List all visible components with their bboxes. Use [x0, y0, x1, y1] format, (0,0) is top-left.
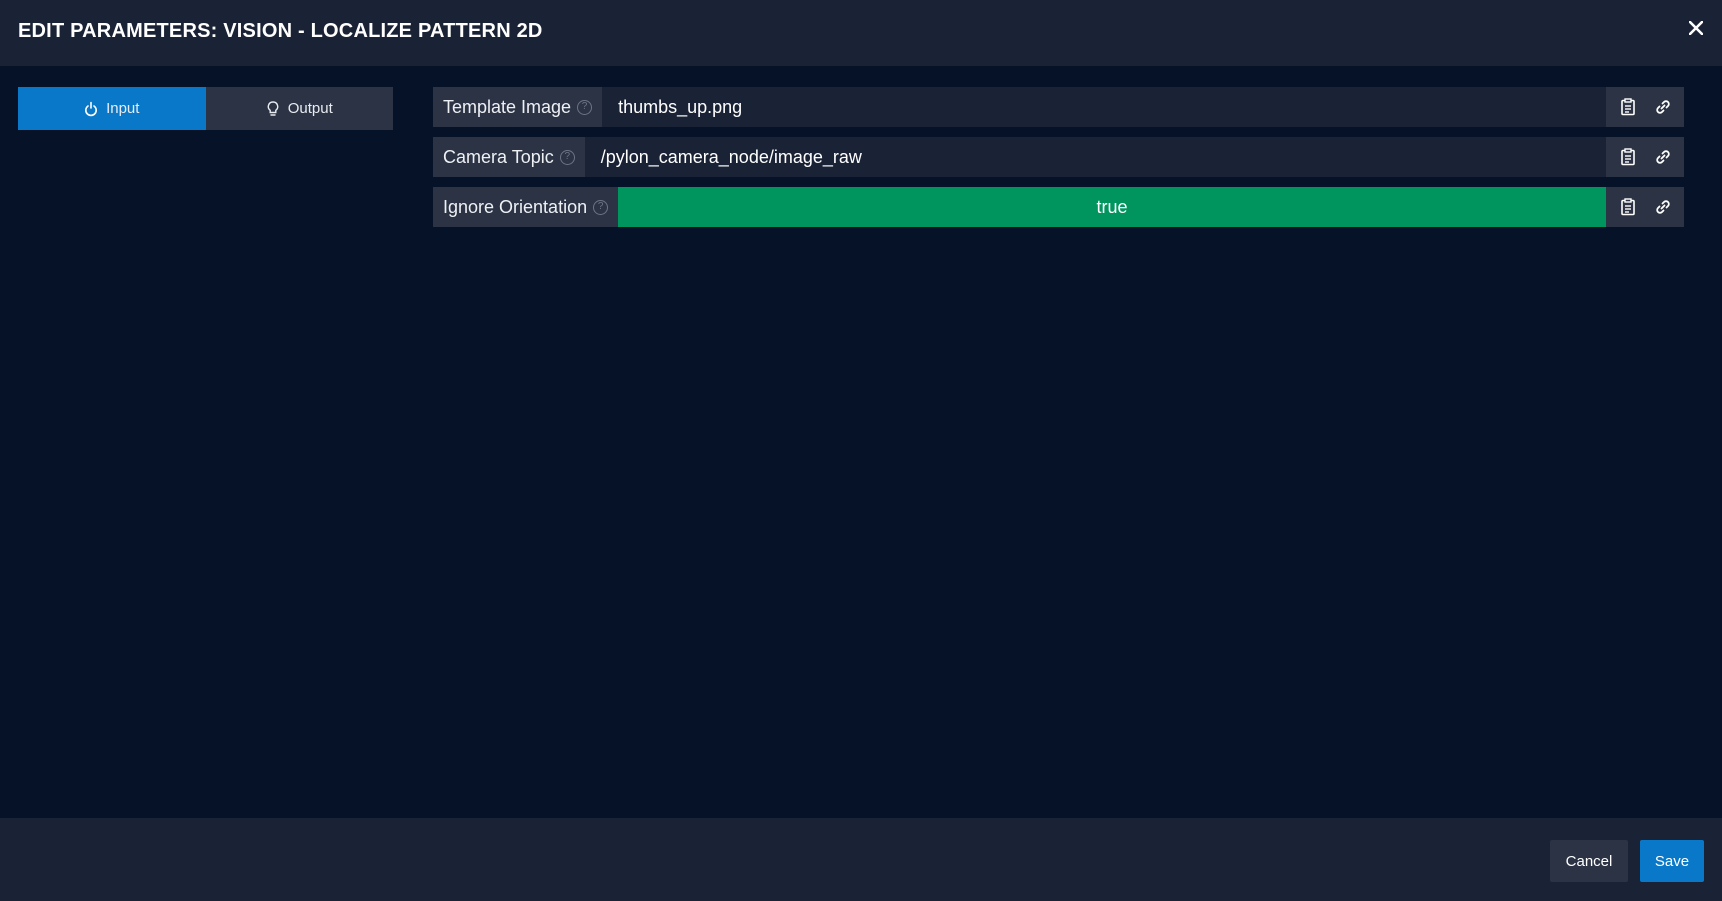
lightbulb-icon	[266, 100, 280, 117]
ignore-orientation-toggle[interactable]: true	[618, 187, 1606, 227]
param-label: Template Image ?	[433, 87, 603, 127]
param-actions	[1606, 87, 1684, 127]
dialog-title: EDIT PARAMETERS: VISION - LOCALIZE PATTE…	[18, 20, 543, 42]
param-label-text: Template Image	[443, 96, 572, 117]
tab-input-label: Input	[106, 100, 140, 117]
power-icon	[84, 101, 98, 117]
save-button[interactable]: Save	[1640, 840, 1704, 882]
tab-output[interactable]: Output	[205, 87, 393, 130]
template-image-input[interactable]: thumbs_up.png	[602, 87, 1606, 127]
tab-output-label: Output	[287, 100, 333, 117]
param-row-camera-topic: Camera Topic ? /pylon_camera_node/image_…	[433, 137, 1684, 177]
edit-parameters-dialog: EDIT PARAMETERS: VISION - LOCALIZE PATTE…	[0, 0, 1722, 901]
param-row-template-image: Template Image ? thumbs_up.png	[433, 87, 1684, 127]
link-icon[interactable]	[1649, 93, 1677, 121]
param-label-text: Camera Topic	[443, 146, 554, 167]
param-label: Ignore Orientation ?	[433, 187, 619, 227]
close-icon[interactable]	[1684, 16, 1708, 40]
dialog-footer: Cancel Save	[0, 818, 1722, 901]
param-label: Camera Topic ?	[433, 137, 585, 177]
help-icon[interactable]: ?	[577, 99, 593, 115]
dialog-header: EDIT PARAMETERS: VISION - LOCALIZE PATTE…	[0, 0, 1722, 66]
clipboard-icon[interactable]	[1614, 193, 1642, 221]
param-actions	[1606, 187, 1684, 227]
help-icon[interactable]: ?	[593, 199, 609, 215]
clipboard-icon[interactable]	[1614, 143, 1642, 171]
link-icon[interactable]	[1649, 193, 1677, 221]
help-icon[interactable]: ?	[559, 149, 575, 165]
parameter-list: Template Image ? thumbs_up.png Camera To…	[433, 87, 1684, 237]
param-row-ignore-orientation: Ignore Orientation ? true	[433, 187, 1684, 227]
link-icon[interactable]	[1649, 143, 1677, 171]
camera-topic-input[interactable]: /pylon_camera_node/image_raw	[584, 137, 1606, 177]
tab-input[interactable]: Input	[18, 87, 206, 130]
clipboard-icon[interactable]	[1614, 93, 1642, 121]
cancel-button[interactable]: Cancel	[1550, 840, 1628, 882]
io-tabs: Input Output	[18, 87, 393, 130]
param-actions	[1606, 137, 1684, 177]
param-label-text: Ignore Orientation	[443, 196, 588, 217]
